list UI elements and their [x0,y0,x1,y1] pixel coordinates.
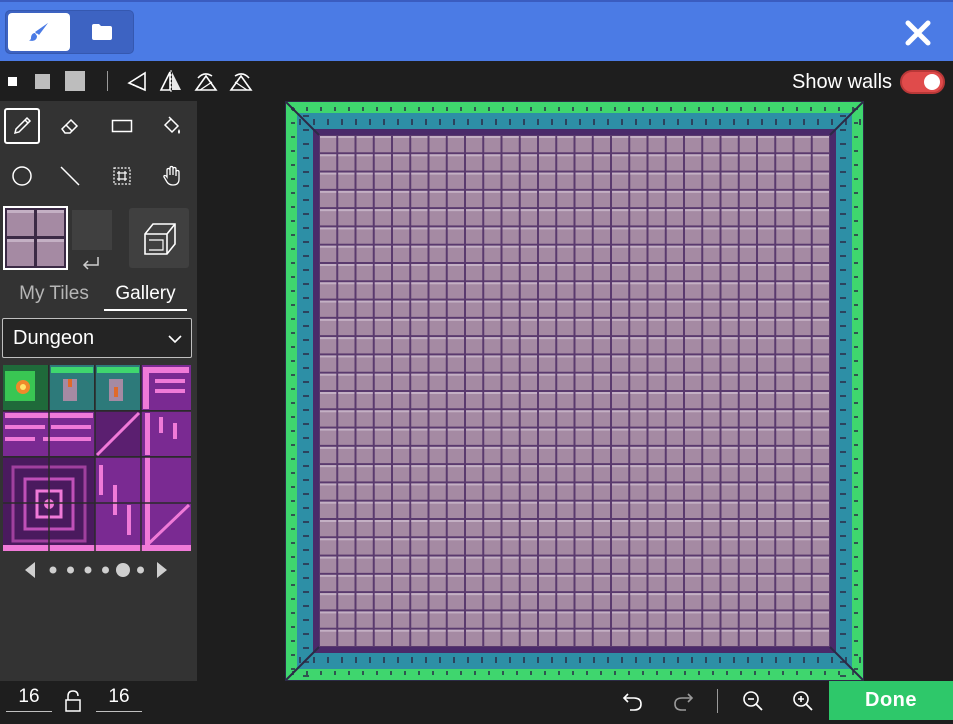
assets-mode-button[interactable] [72,13,132,51]
swap-tiles-button[interactable] [80,254,102,272]
wall-tool-button[interactable] [129,208,189,268]
tools-panel: My Tiles Gallery Dungeon [0,101,197,681]
brush-size-large-button[interactable] [62,61,88,101]
gallery-tile-grid[interactable] [3,365,191,551]
bottom-divider [717,689,718,713]
brush-small-icon [7,76,17,86]
wall-block-icon [144,223,176,255]
show-walls-label: Show walls [792,71,893,93]
pager-dot[interactable] [49,566,57,574]
eraser-icon [61,118,79,134]
bottom-bar: 16 16 Done [0,681,953,724]
rotate-ccw-icon [229,73,253,91]
close-icon [905,20,931,46]
swap-icon [82,257,99,270]
foreground-tile-swatch[interactable] [3,206,68,270]
map-height-field[interactable]: 16 [96,684,142,712]
paint-mode-button[interactable] [8,13,70,51]
undo-button[interactable] [619,687,647,715]
close-button[interactable] [901,16,935,50]
toolbar-divider [106,61,108,101]
pager-dot[interactable] [84,566,92,574]
rotate-ccw-button[interactable] [228,61,254,101]
pager-prev-icon[interactable] [25,562,35,578]
pager-dot[interactable] [137,566,144,574]
show-walls-toggle[interactable] [900,70,945,94]
chevron-down-icon [168,335,182,344]
rectangle-tool-button[interactable] [104,108,140,144]
eraser-tool-button[interactable] [52,108,88,144]
rotate-cw-icon [194,73,218,91]
tab-gallery[interactable]: Gallery [104,281,187,311]
gallery-pager [23,560,173,580]
gallery-category-select[interactable]: Dungeon [2,318,192,358]
paintbrush-icon [29,23,48,41]
pager-dot[interactable] [102,566,109,574]
undo-icon [622,693,642,711]
floor-tile-preview [5,208,66,268]
map-canvas-area[interactable] [197,101,953,681]
redo-icon [674,693,694,711]
pager-dot[interactable] [116,563,130,577]
marquee-icon [113,167,131,185]
fill-bucket-icon [163,116,180,134]
brush-medium-icon [34,73,50,89]
zoom-out-button[interactable] [739,687,767,715]
zoom-out-icon [743,691,763,711]
folder-icon [92,24,112,40]
rotate-button[interactable] [124,61,150,101]
map-width-field[interactable]: 16 [6,684,52,712]
line-icon [60,166,80,186]
flip-horizontal-icon [159,70,181,92]
zoom-in-icon [793,691,813,711]
done-button[interactable]: Done [829,681,953,720]
zoom-in-button[interactable] [789,687,817,715]
pager-dot[interactable] [67,566,74,574]
circle-icon [12,166,32,186]
circle-tool-button[interactable] [4,158,40,194]
pan-tool-button[interactable] [154,158,190,194]
editor-header [0,0,953,61]
gallery-category-value: Dungeon [13,327,95,349]
background-tile-swatch[interactable] [72,210,112,250]
pencil-icon [13,116,32,135]
pencil-tool-button[interactable] [4,108,40,144]
fill-tool-button[interactable] [154,108,190,144]
redo-button[interactable] [669,687,697,715]
rectangle-icon [111,119,133,133]
rotate-cw-button[interactable] [193,61,219,101]
dungeon-tileset-preview [3,365,191,551]
pager-dots[interactable] [23,560,173,580]
tab-my-tiles[interactable]: My Tiles [6,281,102,311]
marquee-tool-button[interactable] [104,158,140,194]
brush-size-medium-button[interactable] [30,61,54,101]
tilemap-canvas[interactable] [285,101,864,681]
hand-icon [163,165,180,186]
lock-icon[interactable] [64,689,82,713]
pager-next-icon[interactable] [157,562,167,578]
rotate-icon [127,71,146,92]
brush-large-icon [65,71,85,91]
toggle-knob [924,74,940,90]
brush-size-small-button[interactable] [2,61,22,101]
line-tool-button[interactable] [52,158,88,194]
mode-toggle [5,10,134,54]
flip-horizontal-button[interactable] [158,61,184,101]
tilemap-editor: Show walls My Tiles Gallery Dungeon 16 1… [0,0,953,724]
top-toolbar: Show walls [0,61,953,101]
